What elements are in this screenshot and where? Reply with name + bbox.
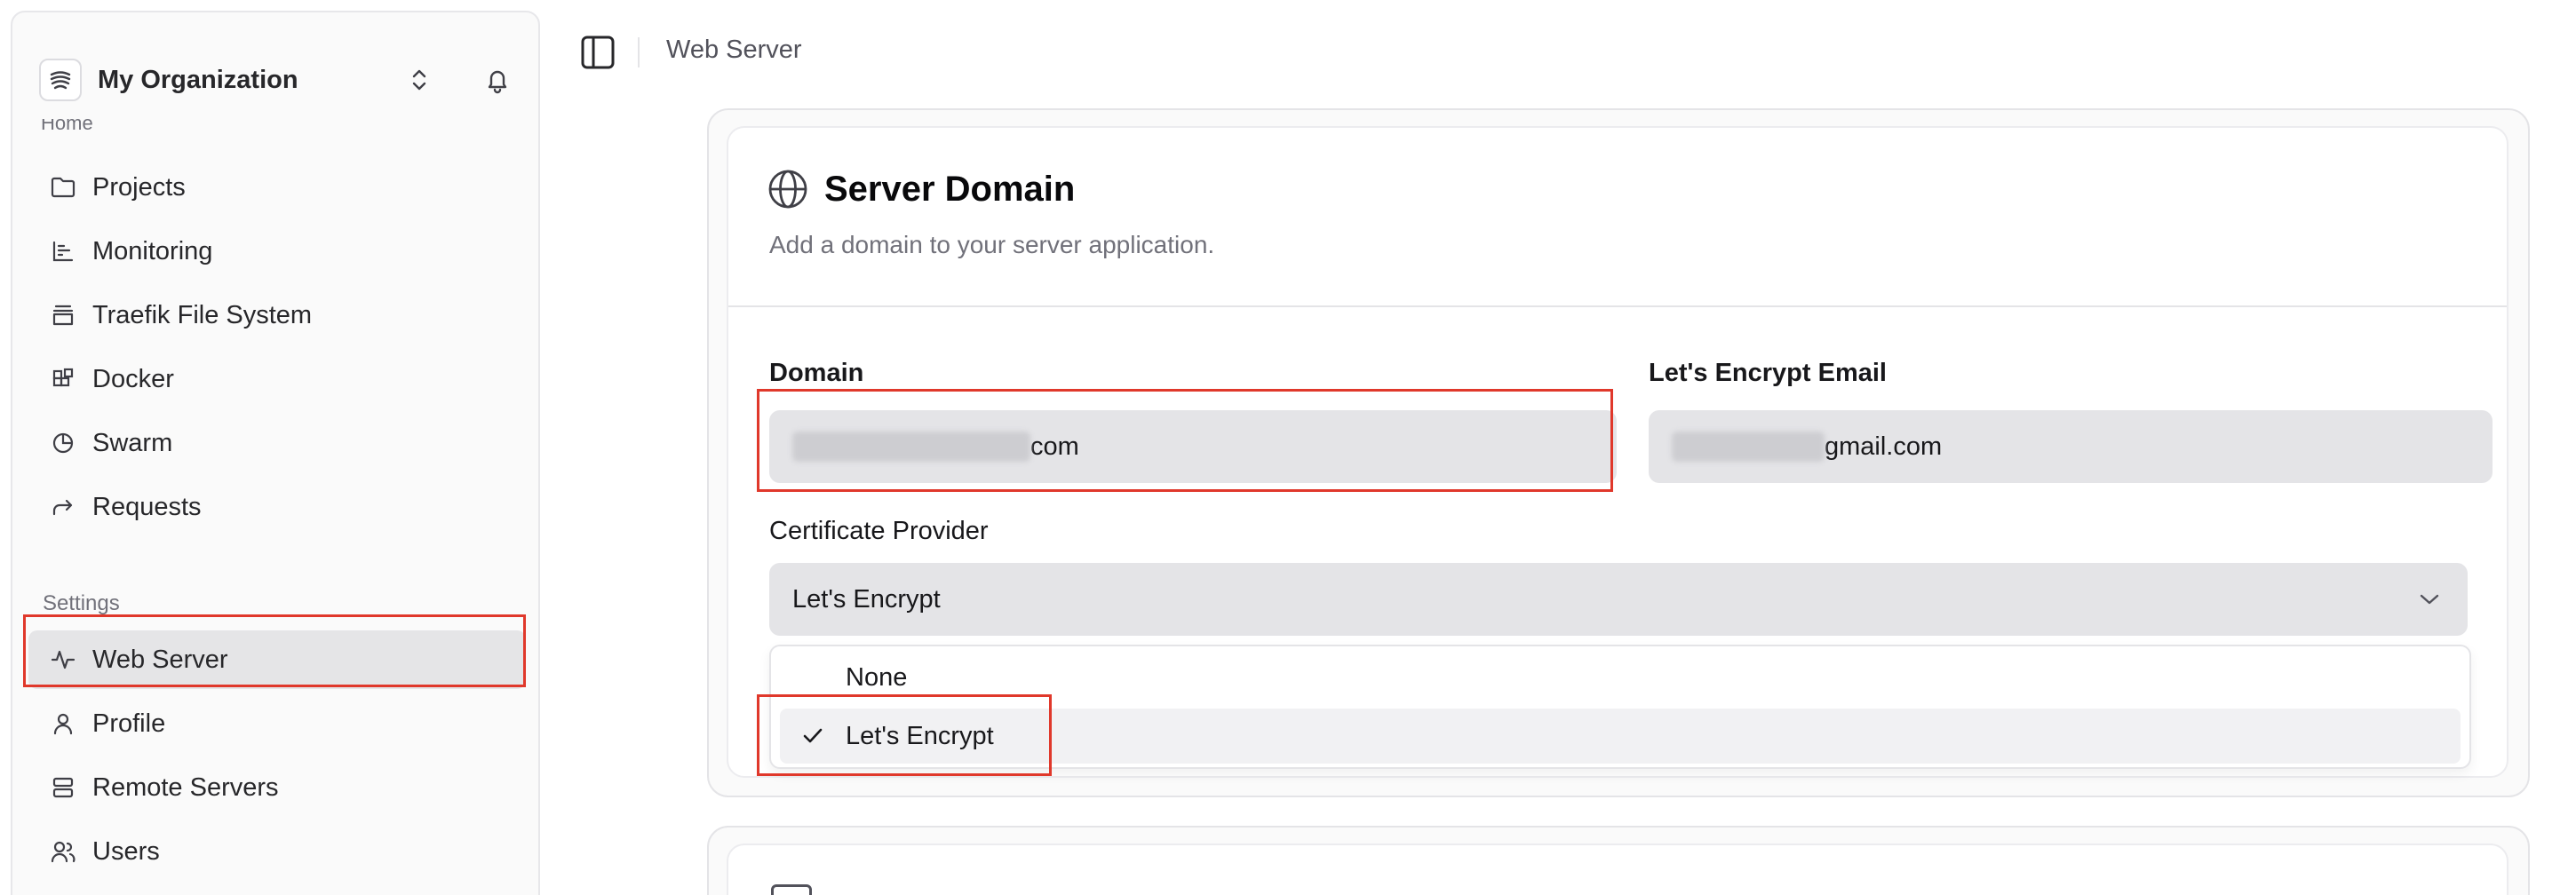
option-lets-encrypt[interactable]: Let's Encrypt [780, 709, 2461, 764]
email-input[interactable]: gmail.com [1649, 410, 2493, 483]
org-logo-icon [39, 59, 82, 101]
user-icon [48, 709, 78, 739]
sidebar-item-swarm[interactable]: Swarm [28, 414, 526, 472]
card-divider [728, 305, 2507, 307]
chevron-down-icon [2413, 582, 2446, 616]
chevrons-up-down-icon[interactable] [402, 62, 437, 98]
section-label-home: Home [41, 119, 93, 131]
next-card [727, 844, 2508, 895]
sidebar-item-profile[interactable]: Profile [28, 694, 526, 753]
blocks-icon [48, 364, 78, 394]
option-label: Let's Encrypt [846, 721, 994, 750]
folder-icon [48, 172, 78, 202]
sidebar: My Organization Home Projects Monitoring… [11, 11, 540, 895]
sidebar-item-label: Traefik File System [92, 300, 313, 329]
activity-icon [48, 645, 78, 675]
pie-icon [48, 428, 78, 458]
sidebar-item-label: Remote Servers [92, 772, 279, 802]
domain-label: Domain [769, 359, 864, 387]
domain-input[interactable]: com [769, 410, 1617, 483]
stack-icon [48, 300, 78, 330]
section-label-settings: Settings [43, 591, 120, 615]
sidebar-item-traefik[interactable]: Traefik File System [28, 286, 526, 345]
sidebar-item-label: Projects [92, 172, 186, 202]
option-label: None [846, 662, 908, 692]
users-icon [48, 836, 78, 867]
email-value: gmail.com [1825, 432, 1943, 461]
globe-icon [767, 169, 808, 210]
cert-provider-dropdown: None Let's Encrypt [769, 645, 2471, 769]
forward-icon [48, 492, 78, 522]
sidebar-item-label: Users [92, 836, 160, 866]
card-description: Add a domain to your server application. [769, 231, 1215, 258]
org-switcher[interactable]: My Organization [39, 44, 519, 115]
server-icon [48, 772, 78, 803]
sidebar-item-web-server[interactable]: Web Server [28, 630, 526, 689]
sidebar-item-projects[interactable]: Projects [28, 158, 526, 217]
sidebar-item-requests[interactable]: Requests [28, 478, 526, 536]
sidebar-item-docker[interactable]: Docker [28, 350, 526, 408]
sidebar-item-users[interactable]: Users [28, 822, 526, 881]
card-icon [771, 884, 812, 895]
email-label: Let's Encrypt Email [1649, 359, 1887, 387]
check-icon [799, 723, 826, 749]
redacted-email [1672, 432, 1825, 462]
sidebar-item-label: Web Server [92, 645, 228, 674]
option-none[interactable]: None [780, 650, 2461, 705]
chart-icon [48, 236, 78, 266]
sidebar-item-label: Docker [92, 364, 174, 393]
cert-provider-value: Let's Encrypt [792, 584, 941, 614]
cert-provider-label: Certificate Provider [769, 517, 989, 545]
card-title: Server Domain [824, 169, 1076, 209]
org-name: My Organization [98, 65, 298, 94]
sidebar-item-remote-servers[interactable]: Remote Servers [28, 758, 526, 817]
sidebar-item-label: Profile [92, 709, 166, 738]
redacted-domain [792, 432, 1030, 462]
sidebar-item-label: Monitoring [92, 236, 213, 265]
sidebar-item-label: Requests [92, 492, 202, 521]
cert-provider-select[interactable]: Let's Encrypt [769, 563, 2468, 636]
sidebar-toggle-icon[interactable] [577, 32, 618, 73]
card-header: Server Domain [767, 169, 1075, 210]
sidebar-item-label: Swarm [92, 428, 173, 457]
header-divider [638, 37, 640, 67]
sidebar-item-monitoring[interactable]: Monitoring [28, 222, 526, 281]
bell-icon[interactable] [480, 62, 515, 98]
domain-value: com [1030, 432, 1079, 461]
breadcrumb[interactable]: Web Server [666, 36, 802, 65]
